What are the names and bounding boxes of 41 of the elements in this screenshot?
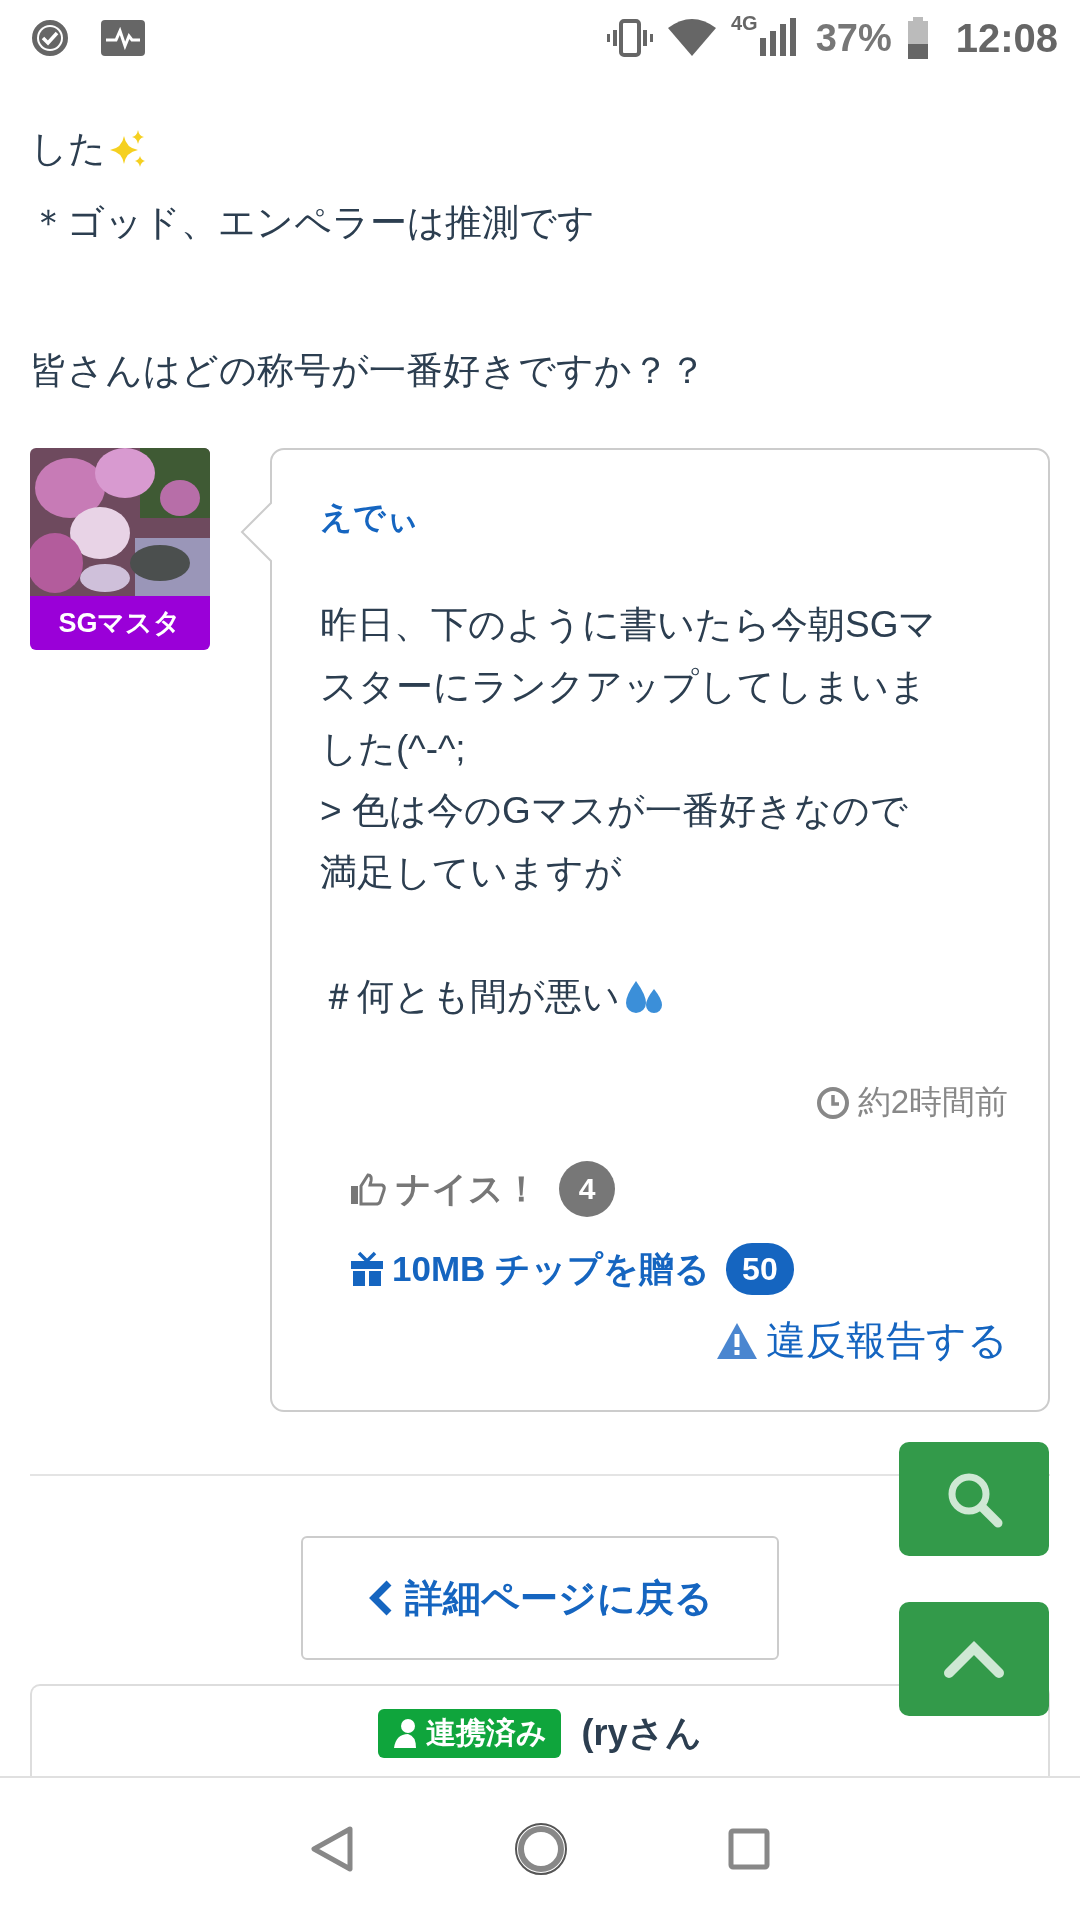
- chevron-left-icon: [367, 1579, 393, 1617]
- check-circle-icon: [30, 18, 70, 58]
- warning-icon: [716, 1321, 758, 1360]
- comment-text: スターにランクアップしてしまいま: [320, 665, 927, 709]
- battery-icon: [905, 17, 930, 59]
- post-time: 約2時間前: [857, 1082, 1008, 1122]
- nice-count: 4: [559, 1161, 615, 1217]
- tip-button[interactable]: 10MB チップを贈る 50: [350, 1243, 794, 1295]
- clock-time: 12:08: [955, 15, 1058, 61]
- thumbs-up-icon: [350, 1172, 386, 1206]
- search-button[interactable]: [899, 1442, 1049, 1556]
- comment-text: > 色は今のGマスが一番好きなので: [320, 789, 908, 833]
- comment-text: ＃何とも間が悪い: [320, 975, 620, 1019]
- comment-text: した(^-^;: [320, 727, 466, 771]
- back-icon[interactable]: [309, 1825, 354, 1873]
- author-link[interactable]: えでぃ: [320, 496, 419, 540]
- linked-badge: 連携済み: [378, 1708, 562, 1758]
- vibrate-icon: [606, 18, 653, 58]
- nice-button[interactable]: ナイス！ 4: [350, 1161, 615, 1217]
- chevron-up-icon: [943, 1639, 1005, 1679]
- home-icon[interactable]: [513, 1821, 569, 1877]
- battery-percent: 37%: [815, 16, 892, 60]
- rank-badge: SGマスタ: [30, 596, 210, 650]
- network-type: 4G: [730, 12, 758, 35]
- back-button[interactable]: 詳細ページに戻る: [301, 1536, 779, 1660]
- comment-text: 昨日、下のように書いたら今朝SGマ: [320, 603, 937, 647]
- wifi-icon: [666, 18, 717, 58]
- user-name[interactable]: (ryさん: [581, 1708, 702, 1758]
- post-text: 皆さんはどの称号が一番好きですか？？: [30, 349, 706, 393]
- post-text: した: [30, 127, 106, 171]
- activity-icon: [100, 18, 146, 58]
- comment-text: 満足していますが: [320, 851, 622, 895]
- report-link[interactable]: 違反報告する: [716, 1313, 1008, 1368]
- recents-icon[interactable]: [728, 1828, 771, 1870]
- tip-count: 50: [726, 1243, 794, 1295]
- scroll-top-button[interactable]: [899, 1602, 1049, 1716]
- gift-icon: [350, 1251, 384, 1287]
- signal-icon: [759, 18, 796, 58]
- post-text: ＊ゴッド、エンペラーは推測です: [30, 201, 595, 245]
- clock-icon: [815, 1085, 850, 1120]
- person-icon: [392, 1718, 419, 1748]
